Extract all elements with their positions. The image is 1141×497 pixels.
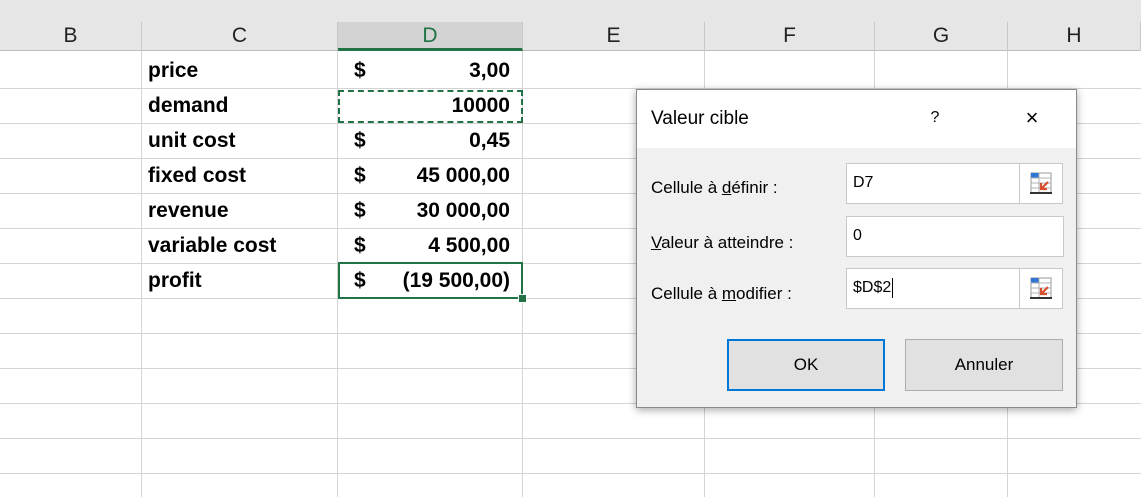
changing-cell-ref-button[interactable] [1019,268,1063,309]
collapse-dialog-range-icon [1030,172,1052,194]
accelerator-key: V [651,233,662,252]
spreadsheet[interactable]: B C D E F G H price $ 3,00 demand 10000 … [0,0,1141,497]
cell-label-fixed-cost[interactable]: fixed cost [146,159,338,193]
column-header-b[interactable]: B [0,22,142,51]
column-header-g[interactable]: G [875,22,1008,51]
goal-seek-dialog: Valeur cible ? × Cellule à définir : D7 … [636,89,1077,408]
to-value-label: Valeur à atteindre : [651,233,793,253]
gridline [0,438,1141,439]
fill-handle[interactable] [518,294,527,303]
cell-currency[interactable]: $ [342,159,372,193]
gridline [0,473,1141,474]
changing-cell-input[interactable]: $D$2 [846,268,1020,309]
cell-value-revenue[interactable]: 30 000,00 [372,194,518,228]
cell-currency[interactable]: $ [342,124,372,158]
set-cell-ref-button[interactable] [1019,163,1063,204]
cell-value-unit-cost[interactable]: 0,45 [372,124,518,158]
input-text: $D$2 [853,279,892,296]
column-header-f[interactable]: F [705,22,875,51]
cancel-button[interactable]: Annuler [905,339,1063,391]
to-value-input[interactable]: 0 [846,216,1064,257]
copy-marquee [338,90,523,123]
set-cell-label: Cellule à définir : [651,178,778,198]
label-text: éfinir : [731,178,778,197]
cell-label-demand[interactable]: demand [146,89,338,123]
cell-label-revenue[interactable]: revenue [146,194,338,228]
column-header-h[interactable]: H [1008,22,1141,51]
cell-label-unit-cost[interactable]: unit cost [146,124,338,158]
help-button[interactable]: ? [923,106,947,130]
active-cell-border [338,262,523,299]
cell-currency[interactable]: $ [342,54,372,88]
accelerator-key: m [721,284,737,303]
accelerator-key: d [721,178,732,197]
close-icon[interactable]: × [1018,104,1046,132]
toolbar-strip [0,0,1141,22]
collapse-dialog-range-icon [1030,277,1052,299]
ok-button[interactable]: OK [727,339,885,391]
column-header-d[interactable]: D [338,22,523,51]
set-cell-input[interactable]: D7 [846,163,1020,204]
cell-label-price[interactable]: price [146,54,338,88]
changing-cell-label: Cellule à modifier : [651,284,792,304]
text-caret [892,277,894,298]
cell-label-profit[interactable]: profit [146,264,338,298]
label-text: Cellule à [651,178,722,197]
cell-currency[interactable]: $ [342,229,372,263]
column-header-e[interactable]: E [523,22,705,51]
label-text: aleur à atteindre : [661,233,794,252]
dialog-titlebar[interactable]: Valeur cible ? × [637,90,1076,148]
cell-label-variable-cost[interactable]: variable cost [146,229,338,263]
label-text: Cellule à [651,284,722,303]
dialog-title: Valeur cible [651,108,749,129]
gridline [141,51,142,497]
cell-value-fixed-cost[interactable]: 45 000,00 [372,159,518,193]
column-header-c[interactable]: C [142,22,338,51]
label-text: odifier : [736,284,792,303]
cell-value-variable-cost[interactable]: 4 500,00 [372,229,518,263]
cell-currency[interactable]: $ [342,194,372,228]
cell-value-price[interactable]: 3,00 [372,54,518,88]
